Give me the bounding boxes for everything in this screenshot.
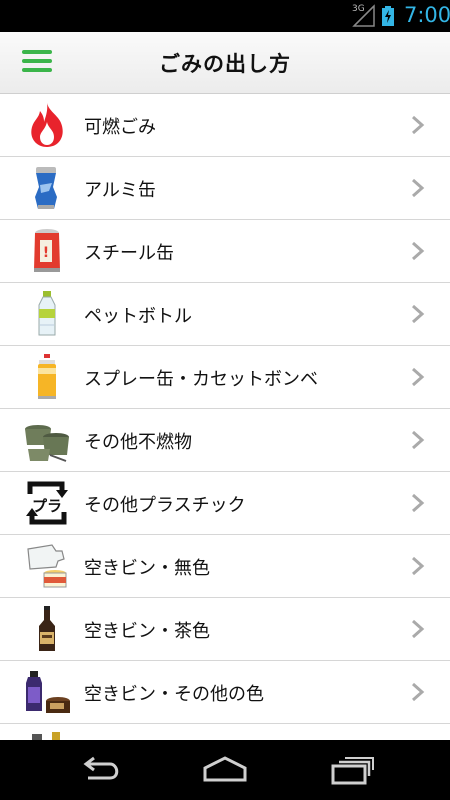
flame-icon	[31, 103, 63, 147]
svg-text:!: !	[43, 245, 49, 261]
list-item[interactable]: 可燃ごみ	[0, 94, 450, 157]
page-title: ごみの出し方	[159, 52, 291, 76]
item-label: その他不燃物	[84, 432, 192, 453]
item-label: 空きビン・茶色	[84, 621, 210, 642]
item-label: その他プラスチック	[84, 495, 246, 516]
list-item[interactable]: プラ その他プラスチック	[0, 472, 450, 535]
pots-icon	[25, 425, 69, 462]
list-item[interactable]: 空きビン・その他の色	[0, 661, 450, 724]
item-label: ペットボトル	[84, 306, 192, 327]
bottle-icon	[32, 732, 60, 740]
item-label: 空きビン・無色	[84, 558, 210, 579]
chevron-right-icon	[412, 115, 425, 135]
chevron-right-icon	[412, 430, 425, 450]
item-label: 可燃ごみ	[84, 117, 156, 138]
chevron-right-icon	[412, 682, 425, 702]
spray-can-icon	[38, 354, 56, 399]
app-screen: 3G 7:00 ごみの出し方 可燃ごみ アルミ缶 ! スチール缶 ペットボトル …	[0, 0, 450, 800]
list-item[interactable]: ペットボトル	[0, 283, 450, 346]
chevron-right-icon	[412, 556, 425, 576]
steel-can-icon: !	[34, 229, 60, 272]
item-label: スプレー缶・カセットボンベ	[84, 369, 318, 390]
chevron-right-icon	[412, 241, 425, 261]
home-icon[interactable]	[200, 754, 250, 786]
chevron-right-icon	[412, 367, 425, 387]
list-item[interactable]: スプレー缶・カセットボンベ	[0, 346, 450, 409]
action-bar: ごみの出し方	[0, 32, 450, 94]
list-item[interactable]: 空きビン・無色	[0, 535, 450, 598]
clock: 7:00	[404, 3, 450, 27]
list-item[interactable]: ! スチール缶	[0, 220, 450, 283]
chevron-right-icon	[412, 178, 425, 198]
battery-charging-icon	[382, 6, 394, 26]
back-icon[interactable]	[76, 754, 126, 786]
garbage-category-list: 可燃ごみ アルミ缶 ! スチール缶 ペットボトル スプレー缶・カセットボンベ そ…	[0, 94, 450, 740]
pet-bottle-icon	[38, 291, 56, 336]
svg-text:プラ: プラ	[32, 497, 62, 515]
signal-icon	[352, 4, 375, 27]
brown-bottle-icon	[39, 606, 55, 651]
status-bar: 3G 7:00	[0, 0, 450, 32]
chevron-right-icon	[412, 304, 425, 324]
system-navigation-bar	[0, 740, 450, 800]
list-item[interactable]: アルミ缶	[0, 157, 450, 220]
item-label: 空きビン・その他の色	[84, 684, 264, 705]
chevron-right-icon	[412, 619, 425, 639]
list-item-partial[interactable]	[0, 724, 450, 740]
item-label: スチール缶	[84, 243, 174, 264]
aluminum-can-icon	[35, 167, 57, 209]
colored-bottle-icon	[26, 671, 70, 713]
clear-bottle-icon	[27, 544, 67, 588]
chevron-right-icon	[412, 493, 425, 513]
recent-apps-icon[interactable]	[327, 754, 377, 786]
list-item[interactable]: その他不燃物	[0, 409, 450, 472]
plastic-recycle-mark-icon: プラ	[26, 481, 68, 525]
item-label: アルミ缶	[84, 180, 156, 201]
list-item[interactable]: 空きビン・茶色	[0, 598, 450, 661]
